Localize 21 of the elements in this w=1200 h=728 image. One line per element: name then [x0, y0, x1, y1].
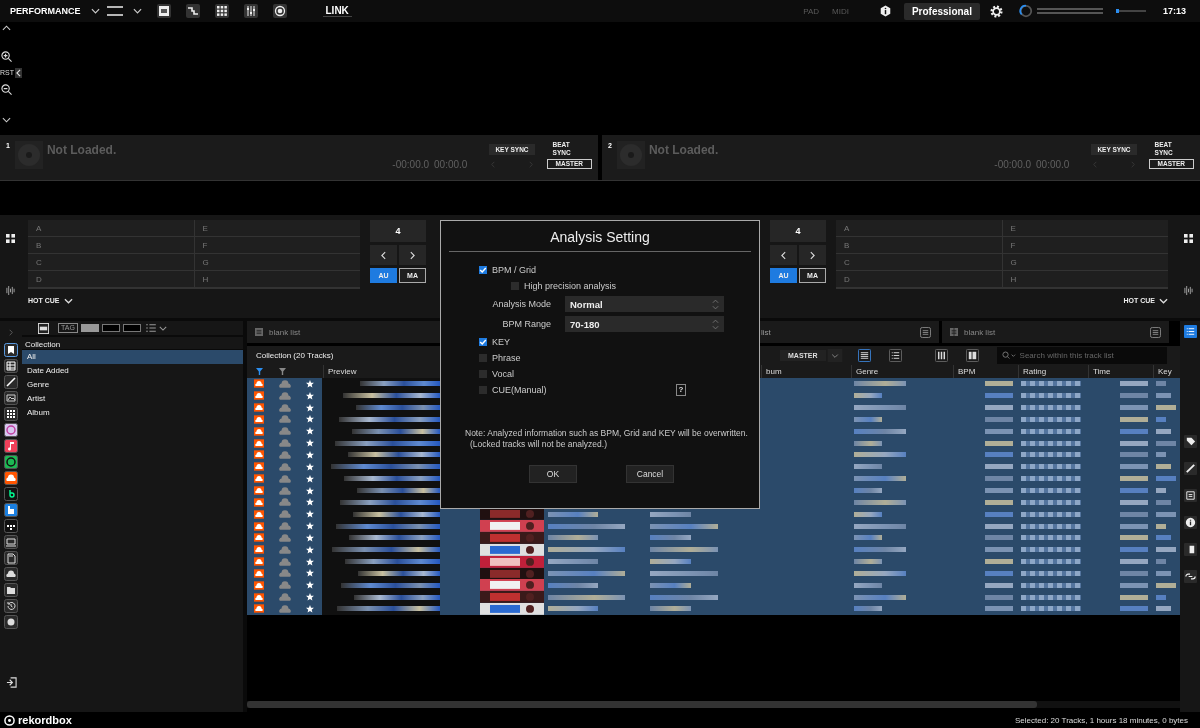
elapsed-time: 00:00.0	[434, 159, 468, 170]
option-label: Phrase	[492, 353, 521, 363]
option-label: CUE(Manual)	[492, 385, 547, 395]
track-status: Not Loaded.	[46, 143, 117, 157]
track-status: Not Loaded.	[648, 143, 719, 157]
remaining-time: -00:00.0	[994, 159, 1032, 170]
selection-summary: Selected: 20 Tracks, 1 hours 18 minutes, 0 bytes	[1015, 715, 1188, 725]
option-label: Vocal	[492, 369, 515, 379]
list-title: Collection (20 Tracks)	[256, 351, 335, 360]
elapsed-time: 00:00.0	[1036, 159, 1070, 170]
dialog-title: Analysis Setting	[550, 229, 650, 245]
option-label: High precision analysis	[524, 281, 617, 291]
dialog-note: (Locked tracks will not be analyzed.)	[470, 439, 607, 450]
remaining-time: -00:00.0	[392, 159, 430, 170]
option-label: KEY	[492, 337, 510, 347]
clock: 17:13	[1162, 6, 1186, 16]
field-label: BPM Range	[501, 319, 551, 329]
option-label: BPM / Grid	[492, 265, 536, 275]
field-label: Analysis Mode	[491, 299, 551, 309]
dialog-note: Note: Analyzed information such as BPM, Grid and KEY will be overwritten.	[465, 428, 748, 439]
app-name: rekordbox	[18, 714, 72, 726]
